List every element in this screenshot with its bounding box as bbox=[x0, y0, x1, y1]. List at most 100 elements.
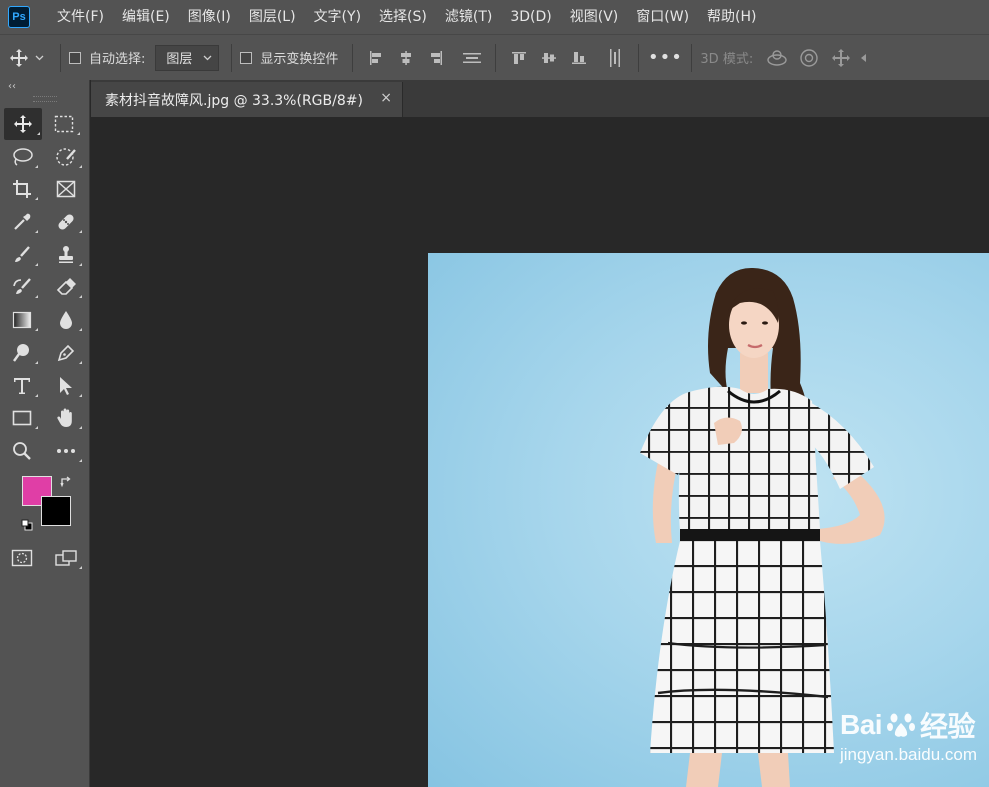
menu-image[interactable]: 图像(I) bbox=[179, 0, 240, 34]
document-tab[interactable]: 素材抖音故障风.jpg @ 33.3%(RGB/8#) × bbox=[91, 82, 403, 117]
tool-group-indicator bbox=[35, 295, 38, 299]
align-left-edges-button[interactable] bbox=[361, 43, 391, 73]
dodge-tool[interactable] bbox=[0, 337, 44, 369]
menu-window[interactable]: 窗口(W) bbox=[627, 0, 698, 34]
align-top-edges-button[interactable] bbox=[504, 43, 534, 73]
screen-mode-button[interactable] bbox=[44, 542, 88, 574]
move-tool[interactable] bbox=[4, 108, 42, 140]
align-vertical-centers-button[interactable] bbox=[534, 43, 564, 73]
eraser-tool[interactable] bbox=[44, 271, 88, 303]
rectangle-icon bbox=[12, 410, 32, 426]
gradient-tool[interactable] bbox=[0, 304, 44, 336]
menu-file[interactable]: 文件(F) bbox=[48, 0, 113, 34]
tool-group-indicator bbox=[79, 164, 82, 168]
pen-tool[interactable] bbox=[44, 337, 88, 369]
hand-icon bbox=[57, 408, 72, 428]
orbit-3d-camera-button[interactable] bbox=[761, 43, 793, 73]
eyedropper-icon bbox=[14, 213, 31, 230]
menu-filter[interactable]: 滤镜(T) bbox=[436, 0, 501, 34]
blur-tool[interactable] bbox=[44, 304, 88, 336]
lasso-icon bbox=[13, 147, 33, 166]
quick-selection-tool[interactable] bbox=[44, 141, 88, 173]
rectangle-tool[interactable] bbox=[0, 402, 44, 434]
marquee-tool[interactable] bbox=[42, 108, 86, 140]
menu-type[interactable]: 文字(Y) bbox=[305, 0, 370, 34]
distribute-horizontal-button[interactable] bbox=[600, 43, 630, 73]
rectangular-marquee-icon bbox=[54, 115, 74, 133]
menu-view[interactable]: 视图(V) bbox=[561, 0, 628, 34]
tool-group-indicator bbox=[79, 393, 82, 397]
auto-select-label: 自动选择: bbox=[89, 52, 146, 67]
default-colors-button[interactable] bbox=[21, 516, 33, 531]
align-right-edges-button[interactable] bbox=[421, 43, 451, 73]
watermark-brand-suffix: 经验 bbox=[920, 711, 976, 742]
tool-group-indicator bbox=[79, 426, 82, 430]
roll-3d-camera-button[interactable] bbox=[793, 43, 825, 73]
panel-grip[interactable] bbox=[33, 96, 57, 102]
more-options-button[interactable]: ••• bbox=[647, 47, 683, 68]
close-icon[interactable]: × bbox=[380, 90, 392, 106]
swap-colors-button[interactable] bbox=[60, 476, 72, 492]
photoshop-logo[interactable]: Ps bbox=[8, 6, 30, 28]
clone-stamp-tool[interactable] bbox=[44, 239, 88, 271]
auto-select-checkbox[interactable] bbox=[69, 51, 81, 64]
align-top-icon bbox=[512, 51, 527, 64]
background-color-swatch[interactable] bbox=[41, 495, 71, 526]
tool-group-indicator bbox=[79, 360, 82, 364]
menu-3d[interactable]: 3D(D) bbox=[501, 0, 560, 34]
collapse-panel-button[interactable]: ‹‹ bbox=[0, 80, 89, 94]
align-right-icon bbox=[431, 50, 443, 65]
baidu-jingyan-watermark: Bai 经验 jingyan.baidu.com bbox=[840, 705, 977, 765]
tool-group-indicator bbox=[77, 132, 80, 135]
tool-group-indicator bbox=[35, 164, 38, 168]
hand-tool[interactable] bbox=[44, 402, 88, 434]
show-transform-controls-checkbox[interactable] bbox=[240, 51, 253, 64]
canvas-workspace[interactable]: Bai 经验 jingyan.baidu.com bbox=[91, 117, 989, 787]
tool-group-indicator bbox=[35, 426, 38, 430]
zoom-tool[interactable] bbox=[0, 435, 44, 467]
align-horizontal-centers-button[interactable] bbox=[391, 43, 421, 73]
menu-help[interactable]: 帮助(H) bbox=[698, 0, 765, 34]
edit-toolbar-button[interactable] bbox=[44, 435, 88, 467]
document-tab-title: 素材抖音故障风.jpg @ 33.3%(RGB/8#) bbox=[105, 92, 363, 109]
path-selection-tool[interactable] bbox=[44, 370, 88, 402]
menu-layer[interactable]: 图层(L) bbox=[240, 0, 305, 34]
tool-group-indicator bbox=[79, 295, 82, 299]
menu-select[interactable]: 选择(S) bbox=[370, 0, 436, 34]
distribute-horizontal-icon bbox=[610, 48, 621, 67]
chevron-down-icon bbox=[203, 55, 212, 60]
lasso-tool[interactable] bbox=[0, 141, 44, 173]
history-brush-icon bbox=[13, 278, 31, 295]
eyedropper-tool[interactable] bbox=[0, 206, 44, 238]
type-tool[interactable] bbox=[0, 370, 44, 402]
menu-edit[interactable]: 编辑(E) bbox=[113, 0, 179, 34]
divider bbox=[495, 43, 497, 72]
tool-group-indicator bbox=[35, 262, 38, 266]
default-colors-icon bbox=[21, 519, 33, 531]
document-canvas[interactable]: Bai 经验 jingyan.baidu.com bbox=[428, 253, 989, 787]
move-icon bbox=[9, 48, 28, 67]
auto-select-dropdown[interactable]: 图层 bbox=[155, 44, 220, 71]
history-brush-tool[interactable] bbox=[0, 271, 44, 303]
pan-3d-camera-button[interactable] bbox=[825, 43, 857, 73]
quick-mask-button[interactable] bbox=[0, 542, 44, 574]
crop-icon bbox=[13, 180, 31, 199]
tool-group-indicator bbox=[35, 197, 38, 201]
crop-tool[interactable] bbox=[0, 173, 44, 205]
orbit-icon bbox=[767, 49, 787, 66]
slide-3d-camera-button[interactable] bbox=[857, 43, 871, 73]
healing-brush-tool[interactable] bbox=[44, 206, 88, 238]
distribute-vertical-button[interactable] bbox=[457, 43, 487, 73]
screen-mode-icon bbox=[55, 549, 77, 566]
tool-group-indicator bbox=[37, 132, 40, 135]
tool-preset-picker[interactable] bbox=[0, 48, 52, 68]
auto-select-value: 图层 bbox=[166, 52, 193, 67]
distribute-icon bbox=[463, 52, 482, 63]
arrow-cursor-icon bbox=[60, 376, 72, 395]
drop-icon bbox=[60, 311, 72, 330]
align-bottom-edges-button[interactable] bbox=[564, 43, 594, 73]
frame-tool[interactable] bbox=[44, 173, 88, 205]
tool-group-indicator bbox=[35, 360, 38, 364]
brush-tool[interactable] bbox=[0, 239, 44, 271]
watermark-brand-prefix: Bai bbox=[839, 709, 883, 740]
